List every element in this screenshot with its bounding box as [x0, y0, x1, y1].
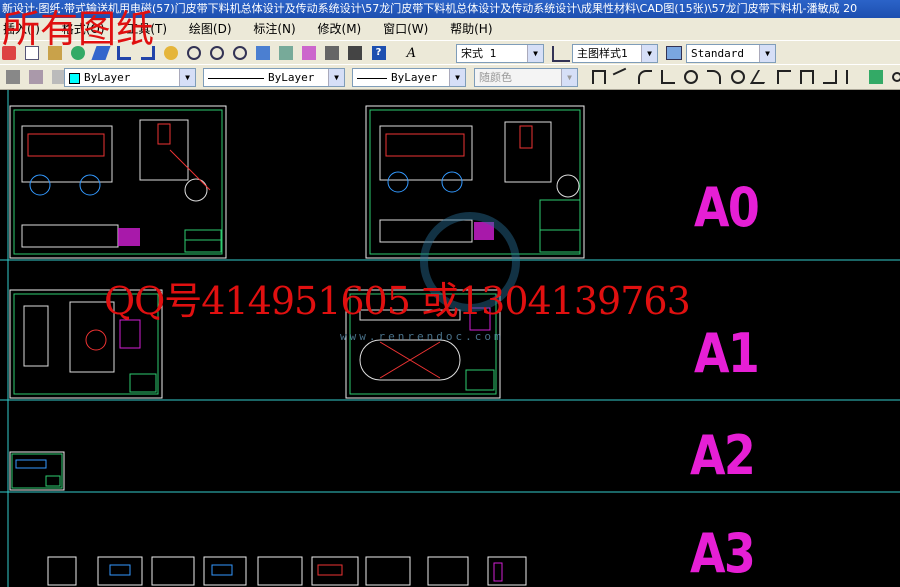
- a0-sheet-1[interactable]: [9, 105, 227, 259]
- angular-dim-icon[interactable]: [749, 70, 772, 84]
- text-style-select[interactable]: 宋式 1 ▼: [456, 44, 544, 63]
- text-style-value: 宋式 1: [461, 47, 497, 60]
- menu-draw[interactable]: 绘图(D): [186, 22, 235, 36]
- chevron-down-icon: ▼: [641, 45, 657, 62]
- linetype-value: ByLayer: [268, 71, 315, 84]
- continue-dim-icon[interactable]: [822, 70, 837, 84]
- aligned-dim-icon[interactable]: [612, 67, 632, 87]
- layer-manager-icon[interactable]: [6, 70, 20, 84]
- linetype-sample-icon: [208, 77, 264, 79]
- plot-style-select: 随颜色 ▼: [474, 68, 578, 87]
- qq-watermark: QQ号414951605 或1304139763: [104, 279, 691, 323]
- properties-icon[interactable]: [256, 46, 271, 60]
- pan-icon[interactable]: [163, 46, 178, 60]
- text-style-icon: A: [406, 46, 416, 61]
- properties-toolbar: ByLayer ▼ ByLayer ▼ ByLayer ▼ 随颜色 ▼: [0, 64, 900, 90]
- tolerance-icon[interactable]: [869, 70, 884, 84]
- color-value: ByLayer: [84, 71, 131, 84]
- label-a1: A1: [694, 322, 760, 385]
- label-a3: A3: [690, 522, 756, 585]
- zoom-realtime-icon[interactable]: [186, 46, 201, 60]
- zoom-window-icon[interactable]: [209, 46, 224, 60]
- table-style-select[interactable]: Standard ▼: [686, 44, 776, 63]
- a2-sheet[interactable]: [9, 451, 65, 491]
- linear-dim-icon[interactable]: [592, 70, 606, 84]
- drawing-canvas[interactable]: A0 A1 A2 A3 www.renrendoc.com QQ号4149516…: [0, 90, 900, 587]
- site-watermark: www.renrendoc.com: [340, 330, 504, 343]
- jogged-dim-icon[interactable]: [707, 70, 722, 84]
- color-select[interactable]: ByLayer ▼: [64, 68, 196, 87]
- quick-dim-icon[interactable]: [776, 70, 791, 84]
- dimension-toolbar: [590, 65, 900, 89]
- a3-sheet-group[interactable]: [47, 556, 527, 586]
- table-style-icon: [666, 46, 682, 60]
- menu-dimension[interactable]: 标注(N): [250, 22, 298, 36]
- color-swatch-icon: [69, 72, 80, 84]
- chevron-down-icon: ▼: [561, 69, 577, 86]
- chevron-down-icon: ▼: [527, 45, 543, 62]
- label-a0: A0: [694, 176, 760, 239]
- tool-palettes-icon[interactable]: [302, 46, 317, 60]
- lineweight-sample-icon: [357, 77, 387, 79]
- menu-help[interactable]: 帮助(H): [447, 22, 495, 36]
- help-icon[interactable]: ?: [371, 46, 386, 60]
- radius-dim-icon[interactable]: [684, 70, 699, 84]
- dim-style-icon: [552, 46, 570, 62]
- dim-style-select[interactable]: 主图样式1 ▼: [572, 44, 658, 63]
- ordinate-dim-icon[interactable]: [661, 70, 676, 84]
- menu-window[interactable]: 窗口(W): [380, 22, 431, 36]
- chevron-down-icon: ▼: [179, 69, 195, 86]
- lineweight-select[interactable]: ByLayer ▼: [352, 68, 466, 87]
- calculator-icon[interactable]: [348, 46, 363, 60]
- sheet-set-icon[interactable]: [325, 46, 340, 60]
- chevron-down-icon: ▼: [328, 69, 344, 86]
- arc-length-icon[interactable]: [638, 70, 653, 84]
- linetype-select[interactable]: ByLayer ▼: [203, 68, 345, 87]
- center-mark-icon[interactable]: [892, 72, 900, 82]
- chevron-down-icon: ▼: [449, 69, 465, 86]
- baseline-dim-icon[interactable]: [799, 70, 814, 84]
- dim-style-value: 主图样式1: [577, 47, 628, 60]
- label-a2: A2: [690, 424, 756, 487]
- zoom-previous-icon[interactable]: [232, 46, 247, 60]
- top-watermark: 所有图纸: [2, 7, 155, 51]
- table-style-value: Standard: [691, 47, 744, 60]
- chevron-down-icon: ▼: [759, 45, 775, 62]
- menu-modify[interactable]: 修改(M): [315, 22, 365, 36]
- plot-style-value: 随颜色: [479, 71, 512, 84]
- diameter-dim-icon[interactable]: [730, 70, 745, 84]
- design-center-icon[interactable]: [279, 46, 294, 60]
- lineweight-value: ByLayer: [391, 71, 438, 84]
- leader-icon[interactable]: [846, 70, 860, 84]
- layer-previous-icon[interactable]: [29, 70, 44, 84]
